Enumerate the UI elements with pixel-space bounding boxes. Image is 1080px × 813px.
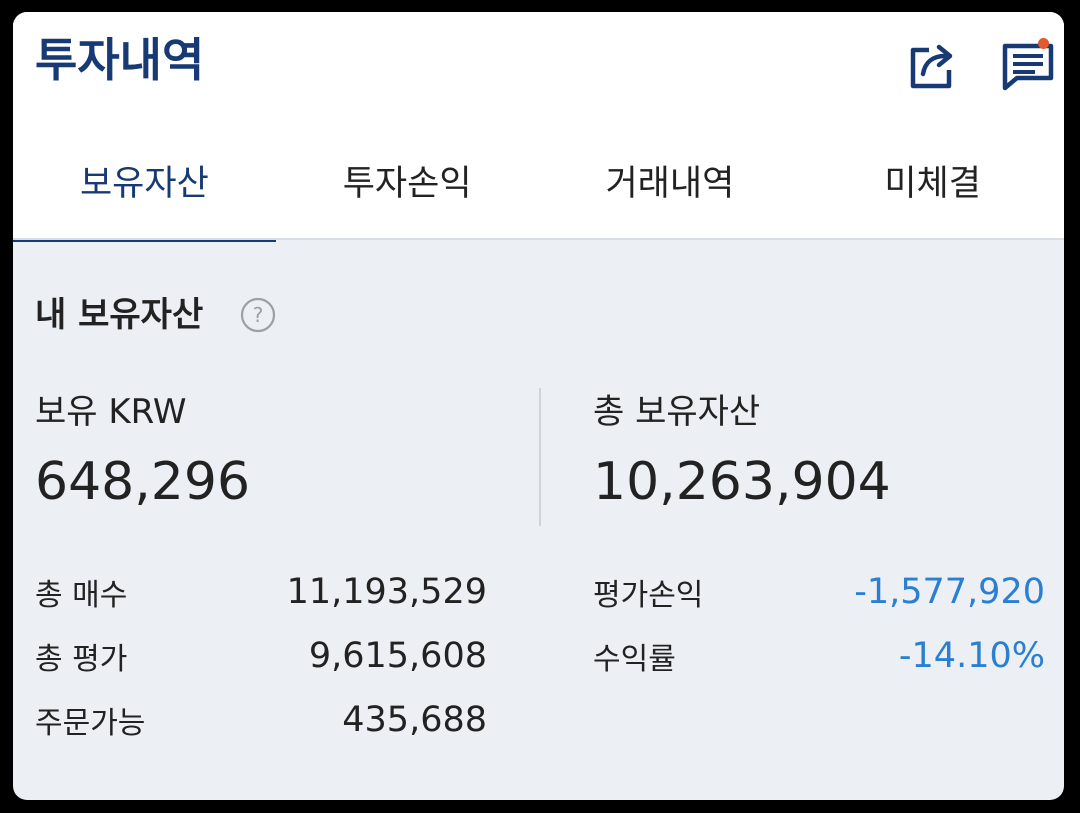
- detail-label: 총 평가: [35, 642, 128, 677]
- tab-holdings[interactable]: 보유자산: [13, 142, 276, 242]
- detail-label: 수익률: [593, 642, 676, 677]
- detail-row-orderable: 주문가능 435,688: [35, 698, 487, 742]
- share-icon: [910, 44, 953, 89]
- chat-list-icon: [1002, 43, 1054, 91]
- question-icon: ?: [240, 297, 276, 333]
- header: 투자내역 보유자산 투자손익 거래내역 미체결: [13, 12, 1064, 242]
- help-button[interactable]: ?: [240, 297, 276, 333]
- summary-divider: [539, 388, 541, 526]
- krw-label: 보유 KRW: [35, 392, 187, 432]
- detail-row-eval-profit: 평가손익 -1,577,920: [593, 570, 1045, 614]
- tab-profit-loss[interactable]: 투자손익: [276, 142, 539, 240]
- detail-value: 435,688: [342, 700, 487, 740]
- detail-value: 9,615,608: [308, 636, 487, 676]
- total-assets-value: 10,263,904: [593, 452, 891, 512]
- detail-label: 총 매수: [35, 578, 128, 613]
- detail-row-return-rate: 수익률 -14.10%: [593, 634, 1045, 678]
- tab-unfilled[interactable]: 미체결: [801, 142, 1064, 240]
- detail-row-total-buy: 총 매수 11,193,529: [35, 570, 487, 614]
- share-button[interactable]: [903, 36, 963, 96]
- tab-divider: [13, 238, 1064, 240]
- page-title: 투자내역: [35, 33, 205, 87]
- section-title: 내 보유자산: [35, 295, 204, 335]
- tab-bar: 보유자산 투자손익 거래내역 미체결: [13, 142, 1064, 242]
- detail-label: 주문가능: [35, 706, 146, 741]
- detail-row-total-eval: 총 평가 9,615,608: [35, 634, 487, 678]
- detail-value: -14.10%: [898, 636, 1045, 676]
- detail-label: 평가손익: [593, 578, 704, 613]
- detail-value: 11,193,529: [286, 572, 487, 612]
- notification-dot: [1038, 38, 1049, 49]
- chat-button[interactable]: [999, 36, 1059, 96]
- tab-transactions[interactable]: 거래내역: [539, 142, 802, 240]
- svg-text:?: ?: [253, 303, 264, 327]
- detail-value: -1,577,920: [854, 572, 1045, 612]
- krw-value: 648,296: [35, 452, 251, 512]
- app-frame: 투자내역 보유자산 투자손익 거래내역 미체결 내 보유자산 ? 보유 KRW …: [13, 12, 1064, 800]
- total-assets-label: 총 보유자산: [593, 392, 761, 432]
